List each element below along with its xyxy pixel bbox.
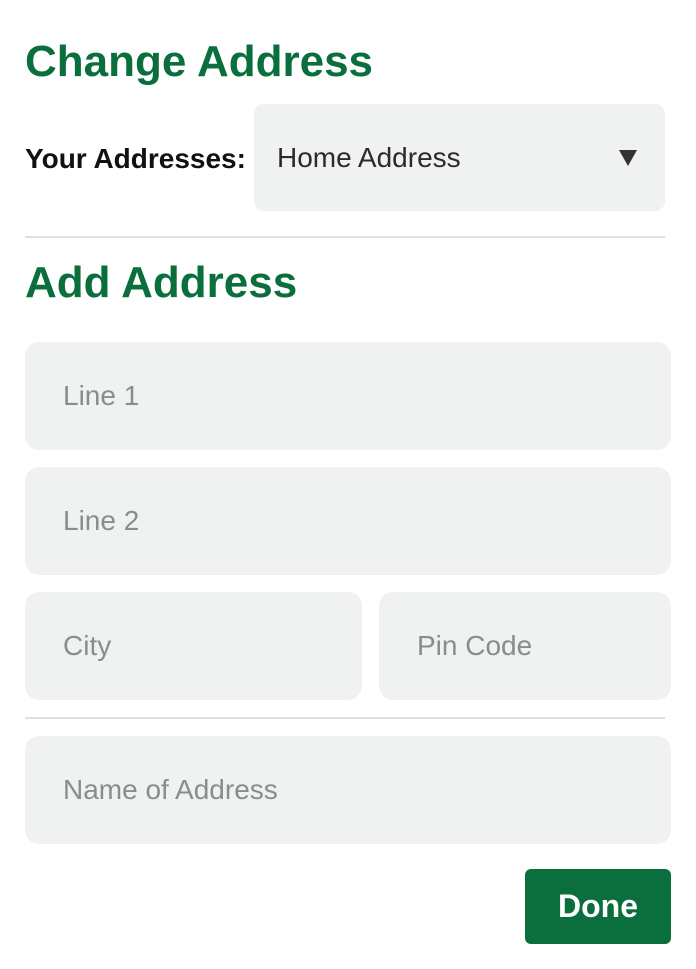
address-line1-input[interactable] [25, 342, 671, 450]
address-select[interactable]: Home Address [254, 104, 665, 211]
chevron-down-icon [619, 149, 637, 166]
pin-code-input[interactable] [379, 592, 671, 700]
change-address-title: Change Address [25, 37, 374, 86]
selected-address-value: Home Address [277, 141, 461, 173]
add-address-title: Add Address [25, 258, 298, 307]
address-line2-input[interactable] [25, 467, 671, 575]
address-name-input[interactable] [25, 736, 671, 844]
city-input[interactable] [25, 592, 362, 700]
change-address-panel: Change Address Your Addresses: Home Addr… [0, 0, 696, 969]
section-divider [25, 236, 665, 238]
fields-divider [25, 717, 665, 719]
done-button[interactable]: Done [525, 869, 671, 944]
your-addresses-label: Your Addresses: [25, 143, 246, 174]
